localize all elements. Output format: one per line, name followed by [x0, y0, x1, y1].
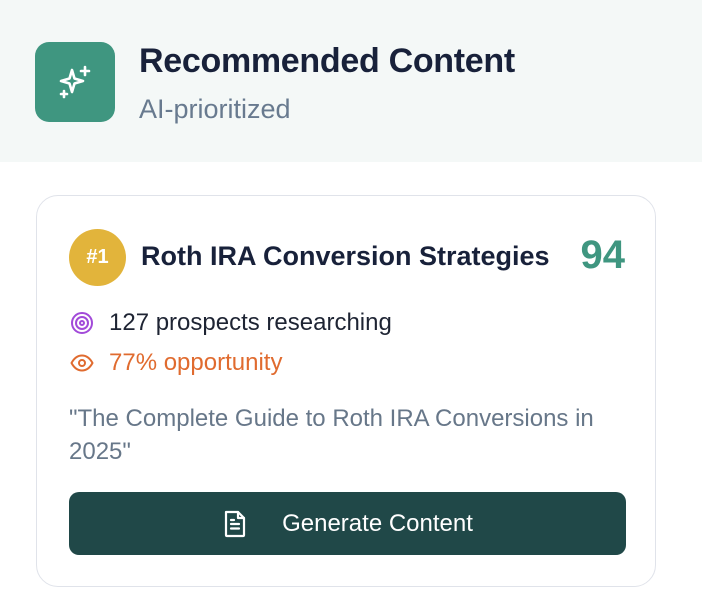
target-icon: [69, 310, 95, 336]
score-value: 94: [580, 233, 626, 277]
document-icon: [222, 509, 248, 539]
page-subtitle: AI-prioritized: [139, 94, 291, 124]
page-title: Recommended Content: [139, 42, 515, 80]
opportunity-row: 77% opportunity: [69, 348, 282, 378]
prospects-row: 127 prospects researching: [69, 308, 392, 338]
generate-content-button[interactable]: Generate Content: [69, 492, 626, 555]
rank-badge: #1: [69, 229, 126, 286]
recommendation-card: #1 Roth IRA Conversion Strategies 94 127…: [36, 195, 656, 587]
header: Recommended Content AI-prioritized: [0, 0, 702, 162]
header-icon-tile: [35, 42, 115, 122]
content-title-quote: "The Complete Guide to Roth IRA Conversi…: [69, 405, 594, 465]
prospects-text: 127 prospects researching: [109, 309, 392, 336]
eye-icon: [69, 350, 95, 376]
opportunity-text: 77% opportunity: [109, 349, 283, 376]
generate-content-label: Generate Content: [282, 509, 473, 537]
topic-title: Roth IRA Conversion Strategies: [141, 241, 550, 271]
sparkles-icon: [59, 65, 91, 99]
